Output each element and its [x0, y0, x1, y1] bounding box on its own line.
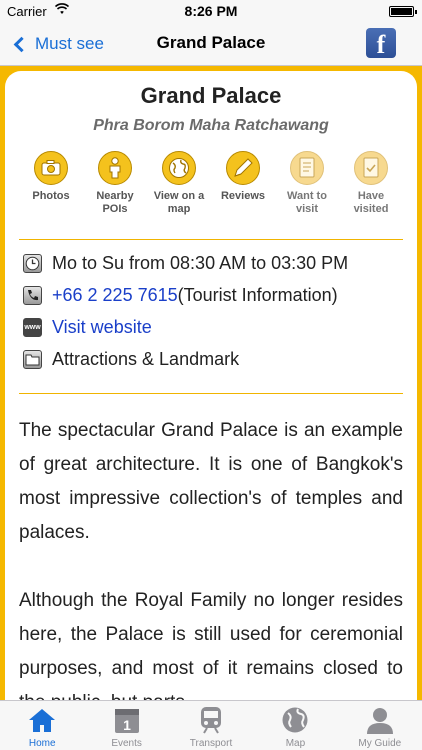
action-buttons: Photos Nearby POIs View on a map Reviews: [19, 151, 403, 227]
category: Attractions & Landmark: [52, 348, 240, 369]
visit-website-link[interactable]: Visit website: [52, 317, 152, 338]
tab-home[interactable]: Home: [0, 701, 84, 750]
person-icon: [98, 151, 132, 185]
tab-transport[interactable]: Transport: [169, 701, 253, 750]
chevron-left-icon: [13, 36, 30, 52]
www-icon: www: [23, 317, 42, 337]
tab-events[interactable]: 1 Events: [84, 701, 168, 750]
opening-hours-row: Mo to Su from 08:30 AM to 03:30 PM: [23, 251, 348, 275]
status-time: 8:26 PM: [184, 3, 238, 19]
document-icon: [290, 151, 324, 185]
view-on-map-button[interactable]: View on a map: [147, 151, 211, 216]
phone-number-link[interactable]: +66 2 225 7615: [52, 285, 178, 306]
home-icon: [27, 705, 57, 735]
tab-label: Transport: [189, 738, 233, 749]
want-to-visit-button[interactable]: Want to visit: [275, 151, 339, 216]
action-label: Reviews: [220, 190, 266, 202]
action-label: Want to visit: [287, 190, 327, 215]
phone-note: (Tourist Information): [177, 284, 338, 305]
navigation-bar: Must see Grand Palace f: [0, 22, 422, 66]
document-check-icon: [354, 151, 388, 185]
action-label: Photos: [32, 190, 70, 202]
tab-map[interactable]: Map: [253, 701, 337, 750]
nearby-pois-button[interactable]: Nearby POIs: [83, 151, 147, 216]
action-label: View on a map: [153, 190, 205, 215]
section-divider: [19, 393, 403, 394]
place-title: Grand Palace: [140, 83, 282, 108]
user-icon: [365, 705, 395, 735]
place-detail-card: Grand Palace Phra Borom Maha Ratchawang …: [5, 71, 417, 711]
phone-row: +66 2 225 7615 (Tourist Information): [23, 283, 338, 307]
reviews-button[interactable]: Reviews: [211, 151, 275, 203]
back-button[interactable]: Must see: [10, 32, 104, 56]
battery-icon: [389, 6, 417, 17]
status-bar: Carrier 8:26 PM: [0, 0, 422, 22]
www-badge-text: www: [24, 323, 41, 331]
back-button-label: Must see: [35, 34, 104, 53]
pencil-icon: [226, 151, 260, 185]
tab-label: Map: [285, 738, 306, 749]
svg-text:1: 1: [123, 717, 131, 733]
action-label: Have visited: [353, 190, 389, 215]
facebook-icon[interactable]: f: [366, 28, 396, 59]
place-local-name: Phra Borom Maha Ratchawang: [93, 117, 329, 134]
tab-bar: Home 1 Events Transport Map My Guide: [0, 700, 422, 750]
tab-label: Home: [28, 738, 56, 749]
app-screen: Carrier 8:26 PM Must see Grand Palace f …: [0, 0, 422, 750]
phone-icon: [23, 285, 42, 305]
clock-icon: [23, 253, 42, 273]
globe-icon: [280, 705, 310, 735]
calendar-icon: 1: [112, 705, 142, 735]
action-label: Nearby POIs: [96, 190, 134, 215]
place-description: The spectacular Grand Palace is an examp…: [19, 414, 403, 711]
description-paragraph: Although the Royal Family no longer resi…: [19, 590, 403, 711]
category-row: Attractions & Landmark: [23, 347, 239, 371]
description-paragraph: The spectacular Grand Palace is an examp…: [19, 420, 403, 543]
tab-label: My Guide: [358, 738, 402, 749]
opening-hours: Mo to Su from 08:30 AM to 03:30 PM: [52, 252, 349, 273]
photos-button[interactable]: Photos: [19, 151, 83, 203]
have-visited-button[interactable]: Have visited: [339, 151, 403, 216]
tab-my-guide[interactable]: My Guide: [338, 701, 422, 750]
website-row: www Visit website: [23, 315, 152, 339]
train-icon: [196, 705, 226, 735]
section-divider: [19, 239, 403, 240]
folder-icon: [23, 349, 42, 369]
camera-icon: [34, 151, 68, 185]
tab-label: Events: [111, 738, 142, 749]
globe-icon: [162, 151, 196, 185]
